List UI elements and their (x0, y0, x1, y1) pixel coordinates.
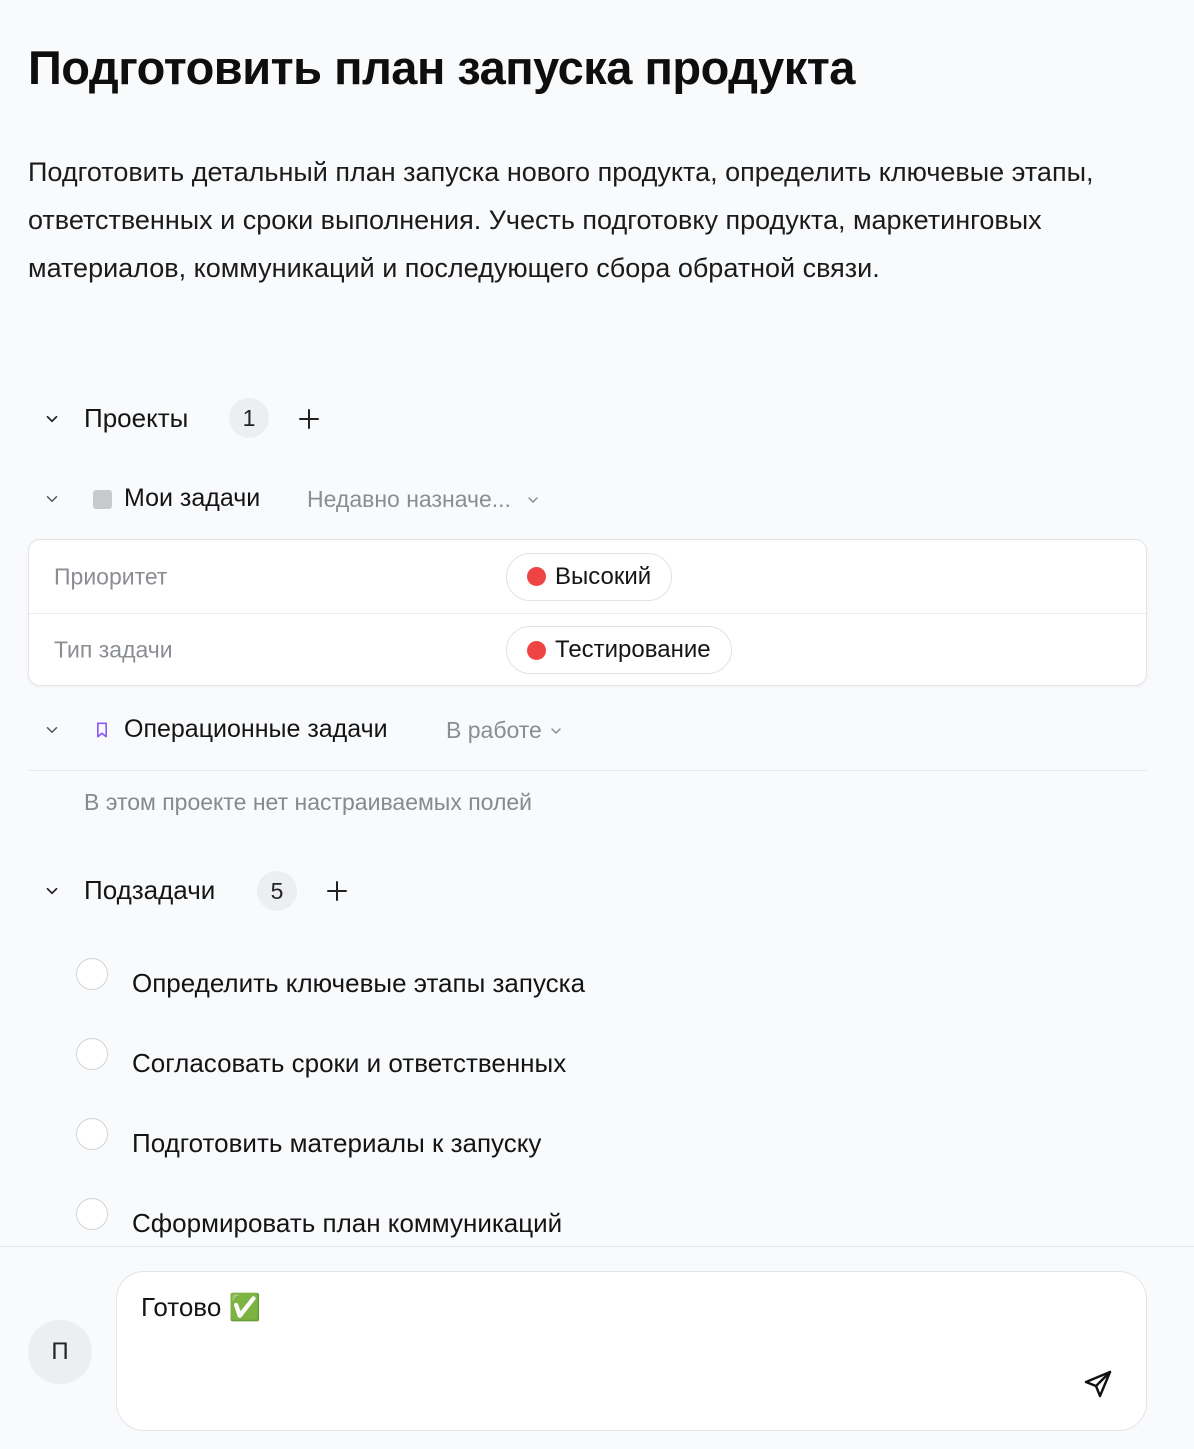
project-collapse-toggle[interactable] (40, 487, 64, 511)
subtask-checkbox[interactable] (76, 1198, 108, 1230)
field-value: Высокий (555, 562, 652, 590)
projects-collapse-toggle[interactable] (40, 407, 64, 431)
subtasks-label: Подзадачи (84, 875, 216, 905)
custom-fields-card: Приоритет Высокий Тип задачи Тестировани… (28, 539, 1147, 686)
field-label: Тип задачи (54, 636, 173, 663)
projects-count-badge: 1 (229, 398, 269, 438)
project-color-square-icon (92, 489, 112, 509)
subtask-checkbox[interactable] (76, 958, 108, 990)
subtasks-count-badge: 5 (257, 871, 297, 911)
field-row-priority: Приоритет Высокий (29, 540, 1146, 613)
chevron-down-icon (46, 496, 58, 502)
project-name-my-tasks[interactable]: Мои задачи (124, 484, 260, 513)
chevron-down-icon (46, 415, 58, 423)
subtask-title[interactable]: Подготовить материалы к запуску (132, 1128, 541, 1159)
comment-footer: П Готово ✅ (0, 1246, 1194, 1449)
chevron-down-icon (551, 727, 561, 734)
comment-input[interactable]: Готово ✅ (116, 1271, 1147, 1431)
plus-icon (327, 881, 347, 901)
project-status-dropdown[interactable]: В работе (446, 717, 564, 744)
subtask-title[interactable]: Определить ключевые этапы запуска (132, 968, 585, 999)
project-collapse-toggle[interactable] (40, 718, 64, 742)
chevron-down-icon (528, 496, 538, 503)
task-detail-panel: Подготовить план запуска продукта Подгот… (0, 0, 1194, 1246)
project-status-dropdown[interactable]: Недавно назначе... (307, 486, 541, 513)
plus-icon (299, 409, 319, 429)
subtask-checkbox[interactable] (76, 1038, 108, 1070)
field-row-task-type: Тип задачи Тестирование (29, 613, 1146, 686)
add-subtask-button[interactable] (322, 876, 352, 906)
bookmark-icon (91, 719, 113, 741)
subtask-checkbox[interactable] (76, 1118, 108, 1150)
chevron-down-icon (46, 887, 58, 895)
task-type-value-pill[interactable]: Тестирование (506, 626, 732, 674)
field-value: Тестирование (555, 636, 711, 663)
red-dot-icon (527, 640, 546, 660)
subtask-title[interactable]: Сформировать план коммуникаций (132, 1208, 562, 1239)
field-label: Приоритет (54, 563, 168, 589)
send-icon (1084, 1370, 1112, 1398)
task-title[interactable]: Подготовить план запуска продукта (28, 40, 855, 95)
priority-value-pill[interactable]: Высокий (506, 552, 673, 601)
divider (28, 770, 1147, 771)
add-project-button[interactable] (294, 404, 324, 434)
projects-label: Проекты (84, 403, 189, 433)
subtasks-collapse-toggle[interactable] (40, 879, 64, 903)
send-button[interactable] (1080, 1366, 1116, 1402)
task-description[interactable]: Подготовить детальный план запуска новог… (28, 148, 1148, 292)
comment-text[interactable]: Готово ✅ (141, 1292, 261, 1323)
project-name-operational[interactable]: Операционные задачи (124, 715, 388, 744)
project-status-label: Недавно назначе... (307, 486, 511, 512)
no-custom-fields-note: В этом проекте нет настраиваемых полей (84, 789, 533, 815)
avatar: П (28, 1320, 92, 1384)
red-dot-icon (527, 567, 546, 586)
project-status-label: В работе (446, 717, 542, 743)
subtask-title[interactable]: Согласовать сроки и ответственных (132, 1048, 566, 1079)
chevron-down-icon (46, 727, 58, 733)
